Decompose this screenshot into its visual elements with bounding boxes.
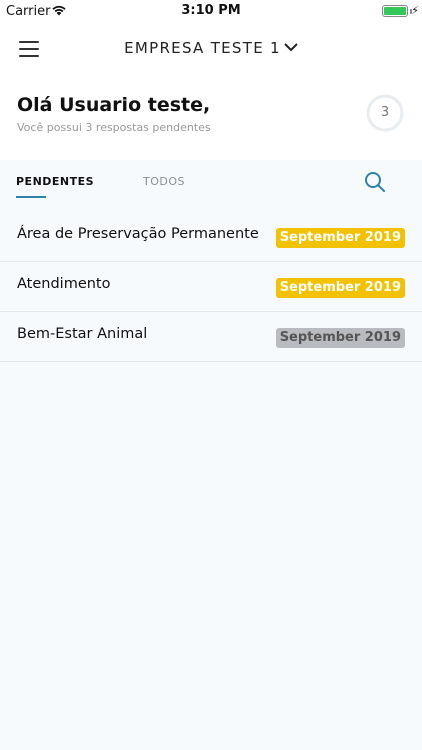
tab-todos[interactable]: TODOS	[143, 175, 185, 188]
list-item-title: Área de Preservação Permanente	[17, 226, 259, 242]
survey-list: Área de Preservação Permanente September…	[0, 212, 422, 362]
date-badge: September 2019	[275, 328, 405, 348]
date-badge: September 2019	[275, 278, 405, 298]
company-selector[interactable]: EMPRESA TESTE 1	[0, 39, 422, 57]
tab-bar: PENDENTES TODOS	[0, 160, 422, 212]
list-item[interactable]: Atendimento September 2019	[0, 262, 422, 312]
greeting-title: Olá Usuario teste,	[17, 94, 211, 116]
greeting-section: Olá Usuario teste, Você possui 3 respost…	[0, 80, 422, 160]
battery-icon	[382, 5, 408, 17]
active-tab-indicator	[16, 196, 46, 198]
status-bar: Carrier 3:10 PM ⚡	[0, 0, 422, 22]
charging-icon: ⚡	[411, 4, 419, 17]
list-item-title: Bem-Estar Animal	[17, 326, 148, 342]
list-item-title: Atendimento	[17, 276, 111, 292]
tab-pendentes[interactable]: PENDENTES	[16, 175, 94, 188]
list-item[interactable]: Área de Preservação Permanente September…	[0, 212, 422, 262]
pending-count: 3	[380, 105, 390, 120]
greeting-subtitle: Você possui 3 respostas pendentes	[17, 121, 211, 134]
date-badge: September 2019	[275, 228, 405, 248]
chevron-down-icon	[284, 42, 298, 51]
nav-bar: EMPRESA TESTE 1	[0, 22, 422, 80]
company-name: EMPRESA TESTE 1	[124, 39, 281, 57]
status-time: 3:10 PM	[181, 3, 241, 18]
search-icon[interactable]	[364, 171, 386, 193]
list-item[interactable]: Bem-Estar Animal September 2019	[0, 312, 422, 362]
